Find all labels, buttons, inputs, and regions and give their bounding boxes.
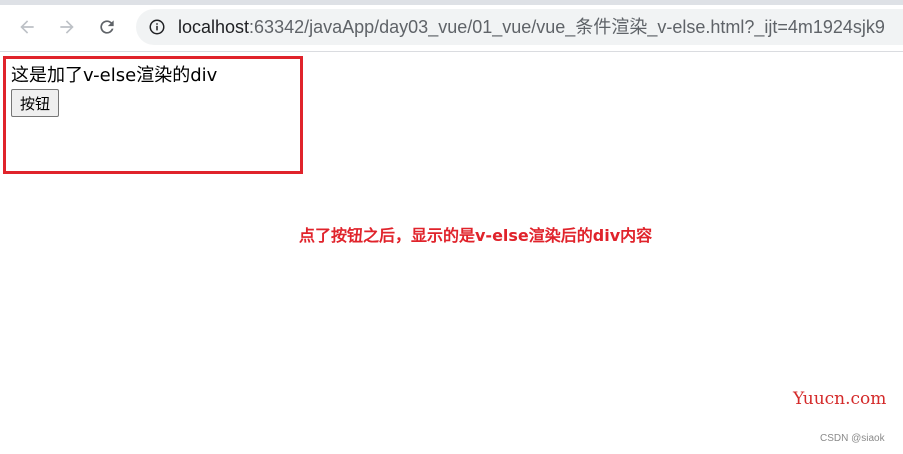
reload-icon	[100, 20, 114, 34]
url-host: localhost	[178, 17, 250, 37]
url-path: :63342/javaApp/day03_vue/01_vue/vue_条件渲染…	[249, 17, 885, 37]
arrow-left-icon	[20, 20, 34, 34]
credit-text: CSDN @siaok	[820, 433, 885, 444]
info-circle-icon	[149, 19, 165, 35]
div-text: 这是加了v-else渲染的div	[11, 65, 218, 86]
site-info-button[interactable]	[147, 17, 167, 37]
back-button[interactable]	[13, 13, 41, 41]
reload-button[interactable]	[93, 13, 121, 41]
watermark: Yuucn.com	[793, 389, 887, 409]
toggle-button[interactable]: 按钮	[11, 89, 60, 117]
v-else-div: 这是加了v-else渲染的div 按钮	[3, 56, 303, 174]
forward-button[interactable]	[53, 13, 81, 41]
arrow-right-icon	[60, 20, 74, 34]
address-bar[interactable]: localhost:63342/javaApp/day03_vue/01_vue…	[136, 9, 903, 45]
annotation-text: 点了按钮之后，显示的是v-else渲染后的div内容	[299, 226, 653, 245]
browser-toolbar: localhost:63342/javaApp/day03_vue/01_vue…	[0, 0, 903, 52]
tab-strip-edge	[0, 0, 903, 5]
toolbar-divider	[0, 51, 903, 52]
url-text[interactable]: localhost:63342/javaApp/day03_vue/01_vue…	[178, 16, 885, 38]
